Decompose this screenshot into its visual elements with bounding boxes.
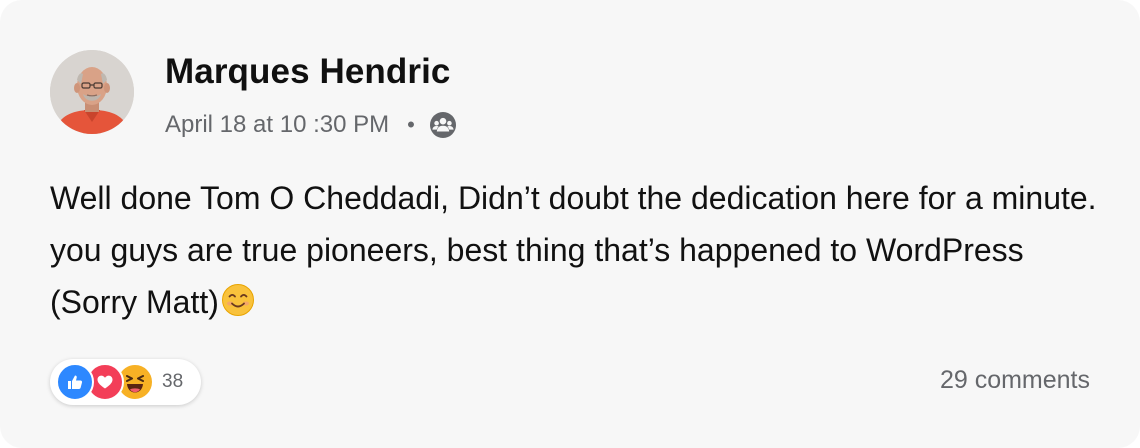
- comment-text: Well done Tom O Cheddadi, Didn’t doubt t…: [50, 180, 1097, 320]
- author-name[interactable]: Marques Hendric: [165, 52, 450, 92]
- post-meta: April 18 at 10 :30 PM •: [165, 108, 457, 142]
- comments-link[interactable]: 29 comments: [940, 366, 1090, 395]
- separator-dot: •: [407, 112, 415, 137]
- reactions-summary[interactable]: 38: [50, 359, 202, 405]
- like-icon: [56, 363, 94, 401]
- reaction-count: 38: [162, 371, 184, 392]
- smiling-face-emoji: [221, 284, 254, 316]
- group-icon[interactable]: [429, 111, 457, 139]
- timestamp[interactable]: April 18 at 10 :30 PM: [165, 111, 389, 139]
- avatar[interactable]: [50, 50, 134, 134]
- avatar-photo: [50, 50, 134, 134]
- comment-card: Marques Hendric April 18 at 10 :30 PM • …: [0, 0, 1140, 448]
- comment-body: Well done Tom O Cheddadi, Didn’t doubt t…: [50, 172, 1100, 328]
